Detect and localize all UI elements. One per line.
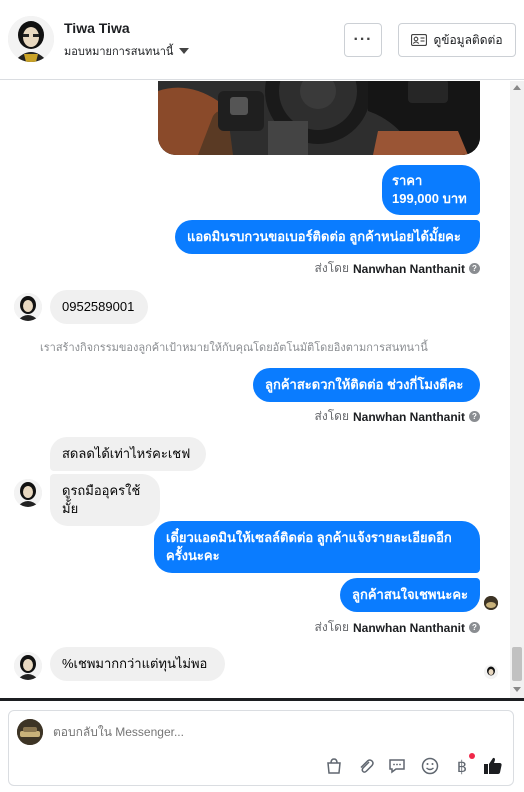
assign-conversation-dropdown[interactable]: มอบหมายการสนทนานี้ bbox=[64, 42, 190, 60]
thumbs-up-icon[interactable] bbox=[482, 755, 504, 777]
avatar bbox=[14, 293, 42, 321]
sent-by-label: ส่งโดย Nanwhan Nanthanit ? bbox=[315, 407, 480, 426]
paperclip-icon[interactable] bbox=[355, 755, 377, 777]
car-interior-image[interactable] bbox=[158, 81, 480, 155]
smiley-icon[interactable] bbox=[419, 755, 441, 777]
message-text: ครั้งนะคะ bbox=[166, 548, 220, 563]
price-label: ราคา bbox=[392, 173, 423, 188]
baht-icon[interactable]: ฿ bbox=[451, 753, 475, 777]
reply-composer: ฿ bbox=[8, 710, 514, 786]
agent-name: Nanwhan Nanthanit bbox=[352, 620, 465, 635]
sent-by-prefix: ส่งโดย bbox=[314, 409, 349, 423]
message-text: เดี๋ยวแอดมินให้เซลล์ติดต่อ ลูกค้าแจ้งราย… bbox=[166, 530, 452, 545]
outgoing-message[interactable]: ราคา 199,000 บาท bbox=[382, 165, 480, 215]
view-contact-label: ดูข้อมูลติดต่อ bbox=[433, 32, 503, 47]
view-contact-button[interactable]: ดูข้อมูลติดต่อ bbox=[398, 23, 516, 57]
seen-avatar bbox=[484, 665, 498, 679]
reply-input[interactable] bbox=[53, 725, 473, 739]
incoming-message[interactable]: %เชพมากกว่าแต่ทุนไม่พอ bbox=[50, 647, 225, 681]
incoming-message[interactable]: สดลดได้เท่าไหร่คะเชฟ bbox=[50, 437, 206, 471]
info-icon[interactable]: ? bbox=[469, 622, 480, 633]
message-thread[interactable]: ราคา 199,000 บาท แอดมินรบกวนขอเบอร์ติดต่… bbox=[0, 81, 510, 698]
message-text: %เชพมากกว่าแต่ทุนไม่พอ bbox=[62, 656, 208, 671]
message-text: ดูรถมืออุครใช้มั้ย bbox=[62, 483, 141, 516]
scroll-up-arrow-icon[interactable] bbox=[513, 85, 521, 90]
notification-dot bbox=[469, 753, 475, 759]
chat-bubble-icon[interactable] bbox=[386, 755, 408, 777]
contact-name: Tiwa Tiwa bbox=[64, 20, 130, 36]
conversation-header: Tiwa Tiwa มอบหมายการสนทนานี้ ··· ดูข้อมู… bbox=[0, 0, 524, 80]
agent-name: Nanwhan Nanthanit bbox=[352, 409, 465, 424]
outgoing-message[interactable]: แอดมินรบกวนขอเบอร์ติดต่อ ลูกค้าหน่อยได้ม… bbox=[175, 220, 480, 254]
message-text: สดลดได้เท่าไหร่คะเชฟ bbox=[62, 446, 191, 461]
info-icon[interactable]: ? bbox=[469, 263, 480, 274]
incoming-message[interactable]: 0952589001 bbox=[50, 290, 148, 324]
outgoing-message[interactable]: ลูกค้าสนใจเชพนะคะ bbox=[340, 578, 480, 612]
outgoing-message[interactable]: ลูกค้าสะดวกให้ติดต่อ ช่วงกี่โมงดีคะ bbox=[253, 368, 480, 402]
more-options-button[interactable]: ··· bbox=[344, 23, 382, 57]
sent-by-label: ส่งโดย Nanwhan Nanthanit ? bbox=[315, 259, 480, 278]
page-avatar bbox=[17, 719, 43, 745]
info-icon[interactable]: ? bbox=[469, 411, 480, 422]
avatar bbox=[14, 652, 42, 680]
outgoing-message[interactable]: เดี๋ยวแอดมินให้เซลล์ติดต่อ ลูกค้าแจ้งราย… bbox=[154, 521, 480, 573]
composer-divider bbox=[0, 698, 524, 701]
system-note: เราสร้างกิจกรรมของลูกค้าเป้าหมายให้กับคุ… bbox=[40, 342, 428, 354]
sent-by-prefix: ส่งโดย bbox=[314, 261, 349, 275]
scrollbar-thumb[interactable] bbox=[512, 647, 522, 681]
message-text: 0952589001 bbox=[62, 299, 135, 314]
agent-name: Nanwhan Nanthanit bbox=[352, 261, 465, 276]
message-text: แอดมินรบกวนขอเบอร์ติดต่อ ลูกค้าหน่อยได้ม… bbox=[187, 229, 461, 244]
message-text: ลูกค้าสนใจเชพนะคะ bbox=[352, 587, 469, 602]
message-scrollbar[interactable] bbox=[510, 81, 524, 698]
assign-conversation-label: มอบหมายการสนทนานี้ bbox=[64, 46, 174, 58]
price-value: 199,000 บาท bbox=[392, 191, 467, 206]
shopping-bag-icon[interactable] bbox=[323, 755, 345, 777]
seen-avatar bbox=[484, 596, 498, 610]
contact-card-icon bbox=[411, 34, 428, 46]
message-text: ลูกค้าสะดวกให้ติดต่อ ช่วงกี่โมงดีคะ bbox=[265, 377, 464, 392]
avatar[interactable] bbox=[8, 16, 54, 62]
incoming-message[interactable]: ดูรถมืออุครใช้มั้ย bbox=[50, 474, 160, 526]
avatar bbox=[14, 479, 42, 507]
chevron-down-icon bbox=[179, 48, 190, 54]
scroll-down-arrow-icon[interactable] bbox=[513, 687, 521, 692]
sent-by-label: ส่งโดย Nanwhan Nanthanit ? bbox=[315, 618, 480, 637]
sent-by-prefix: ส่งโดย bbox=[314, 620, 349, 634]
more-icon: ··· bbox=[353, 31, 373, 48]
